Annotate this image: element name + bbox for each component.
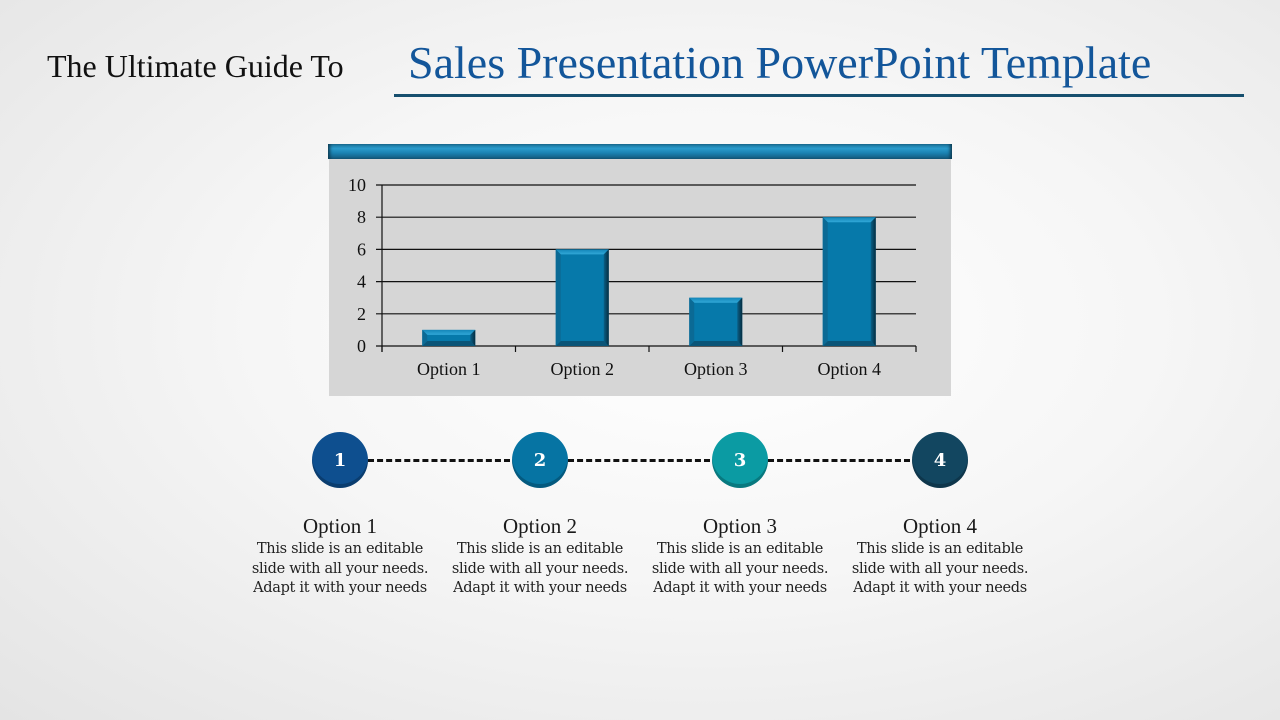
bar-chart: 0 2 4 6 8 10 Option 1 Option 2 Option 3 Option 4 [348,175,917,379]
x-tick-label: Option 4 [817,359,881,379]
option-card-1: Option 1 This slide is an editable slide… [240,512,440,599]
option-desc-line: This slide is an editable [456,541,624,557]
step-number: 1 [333,449,347,471]
option-desc-line: slide with all your needs. [251,560,429,577]
step-circle-3: 3 [712,432,768,488]
step-number: 2 [533,449,547,471]
option-desc-line: This slide is an editable [256,541,424,557]
option-card-4: Option 4 This slide is an editable slide… [840,512,1040,599]
option-desc-line: Adapt it with your needs [453,580,627,596]
bar-bevel-bottom [555,341,609,346]
option-desc-line: slide with all your needs. [651,560,829,577]
bar-bevel-left [822,217,828,346]
connector-line [568,459,710,462]
option-card-3: Option 3 This slide is an editable slide… [640,512,840,599]
bar-bevel-left [555,249,561,346]
connector-line [368,459,510,462]
bar-bevel-right [603,249,609,346]
bar-bevel-bottom [822,341,876,346]
bar-bevel-top [822,217,876,223]
y-tick-label: 0 [357,336,366,356]
bar-2 [555,249,609,346]
bar-bevel-bottom [689,341,743,346]
x-tick-label: Option 2 [550,359,614,379]
option-title: Option 3 [702,514,778,538]
step-circle-4: 4 [912,432,968,488]
option-desc-line: Adapt it with your needs [253,580,427,596]
bar-1 [422,329,476,346]
bar-body [689,297,743,346]
option-desc-line: This slide is an editable [656,541,824,557]
option-title: Option 2 [502,514,578,538]
option-desc-line: Adapt it with your needs [653,580,827,596]
y-tick-label: 10 [348,175,366,195]
option-title: Option 4 [902,514,978,538]
bar-3 [689,297,743,346]
step-number: 4 [933,449,947,471]
option-desc-line: This slide is an editable [856,541,1024,557]
step-circle-2: 2 [512,432,568,488]
bar-bevel-right [870,217,876,346]
y-tick-label: 6 [357,239,366,259]
step-circle-1: 1 [312,432,368,488]
step-number: 3 [733,449,747,471]
option-desc-line: slide with all your needs. [851,560,1029,577]
x-tick-label: Option 1 [417,359,481,379]
y-tick-label: 8 [357,207,366,227]
y-tick-label: 4 [357,272,366,292]
x-tick-label: Option 3 [684,359,748,379]
bar-bevel-right [737,297,743,346]
bar-body [822,217,876,346]
bar-bevel-top [555,249,609,255]
bar-bevel-left [689,297,695,346]
option-desc-line: slide with all your needs. [451,560,629,577]
connector-line [768,459,910,462]
option-title: Option 1 [302,514,378,538]
y-tick-label: 2 [357,304,366,324]
bar-body [555,249,609,346]
option-desc-line: Adapt it with your needs [853,580,1027,596]
bar-bevel-top [422,329,476,335]
bar-4 [822,217,876,346]
bar-bevel-bottom [422,341,476,346]
option-card-2: Option 2 This slide is an editable slide… [440,512,640,599]
bar-bevel-top [689,297,743,303]
